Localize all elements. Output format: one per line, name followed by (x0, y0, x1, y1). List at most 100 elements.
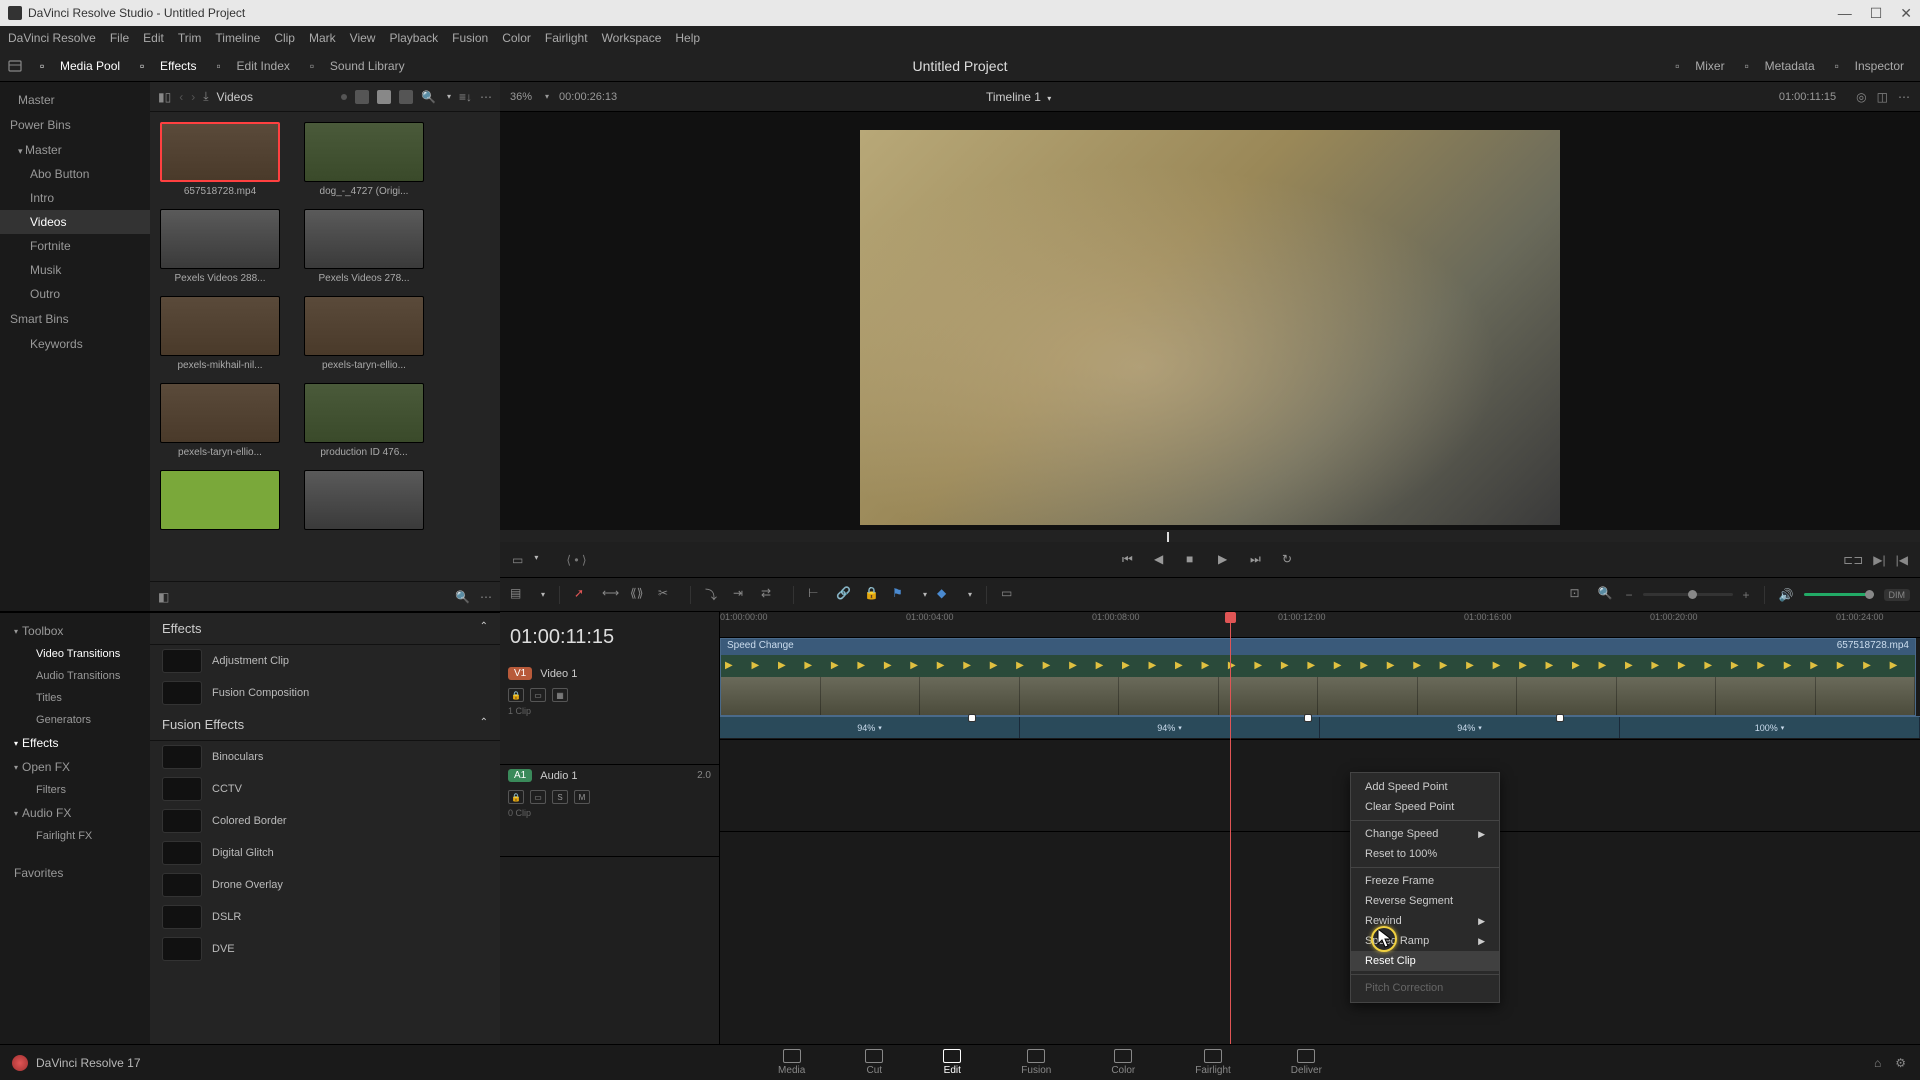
view-thumb-icon[interactable] (377, 90, 391, 104)
zoom-detail-icon[interactable]: 🔍 (1598, 586, 1616, 604)
page-media[interactable]: Media (778, 1049, 805, 1076)
fx-nav-audio-transitions[interactable]: ▸Audio Transitions (0, 665, 150, 687)
media-clip[interactable] (304, 470, 424, 534)
sidebar-toggle-icon[interactable]: ▮▯ (158, 90, 171, 104)
timeline-view-dropdown-icon[interactable]: ▾ (541, 590, 545, 599)
in-out-icon[interactable]: ⊏⊐ (1843, 553, 1863, 567)
menu-trim[interactable]: Trim (178, 31, 202, 45)
loop-icon[interactable]: ↻ (1282, 552, 1298, 568)
media-clip[interactable]: pexels-mikhail-nil... (160, 296, 280, 371)
single-dual-icon[interactable]: ◫ (1877, 90, 1888, 104)
menu-timeline[interactable]: Timeline (215, 31, 260, 45)
effect-fusion-composition[interactable]: Fusion Composition (150, 677, 500, 709)
track-solo-icon[interactable]: S (552, 790, 568, 804)
sort-icon[interactable]: ≡↓ (459, 90, 472, 104)
effects-button[interactable]: ▫Effects (132, 56, 204, 76)
menu-file[interactable]: File (110, 31, 129, 45)
page-deliver[interactable]: Deliver (1291, 1049, 1322, 1076)
media-clip[interactable]: production ID 476... (304, 383, 424, 458)
ctx-add-speed-point[interactable]: Add Speed Point (1351, 777, 1499, 797)
menu-edit[interactable]: Edit (143, 31, 164, 45)
flag-icon[interactable]: ⚑ (892, 586, 910, 604)
speed-bar[interactable]: 94%▾94%▾94%▾100%▾ (720, 716, 1920, 738)
media-clip[interactable]: dog_-_4727 (Origi... (304, 122, 424, 197)
close-icon[interactable]: ✕ (1900, 5, 1912, 22)
next-marker-icon[interactable]: ▶| (1873, 553, 1885, 567)
inspector-button[interactable]: ▫Inspector (1827, 56, 1912, 76)
timeline-view-icon[interactable]: ▤ (510, 586, 528, 604)
ctx-reverse-segment[interactable]: Reverse Segment (1351, 891, 1499, 911)
dual-viewer-icon[interactable]: ◧ (158, 590, 169, 604)
menu-color[interactable]: Color (502, 31, 531, 45)
speed-segment[interactable]: 94%▾ (1020, 717, 1320, 738)
effect-colored-border[interactable]: Colored Border (150, 805, 500, 837)
media-pool-button[interactable]: ▫Media Pool (32, 56, 128, 76)
effect-cctv[interactable]: CCTV (150, 773, 500, 805)
timeline-name[interactable]: Timeline 1 ▾ (986, 90, 1051, 104)
bin-pb-master[interactable]: ▾ Master (0, 138, 150, 162)
speed-point[interactable] (1556, 714, 1564, 722)
project-settings-icon[interactable]: ⚙ (1895, 1056, 1906, 1070)
fx-nav-audio-fx[interactable]: ▾Audio FX (0, 801, 150, 825)
viewer-zoom[interactable]: 36% (510, 91, 532, 103)
fx-nav-effects[interactable]: ▾Effects (0, 731, 150, 755)
zoom-out-icon[interactable]: − (1626, 588, 1633, 602)
view-list-icon[interactable] (399, 90, 413, 104)
fx-nav-video-transitions[interactable]: ▸Video Transitions (0, 643, 150, 665)
minimize-icon[interactable]: — (1838, 5, 1852, 22)
menu-workspace[interactable]: Workspace (602, 31, 662, 45)
index-icon[interactable]: ▭ (1001, 586, 1019, 604)
track-mute-icon[interactable]: M (574, 790, 590, 804)
lock-icon[interactable]: 🔒 (864, 586, 882, 604)
timeline-zoom-slider[interactable] (1643, 593, 1733, 596)
speed-point[interactable] (968, 714, 976, 722)
menu-mark[interactable]: Mark (309, 31, 336, 45)
zoom-fit-icon[interactable]: ⊡ (1570, 586, 1588, 604)
panel-more-icon[interactable]: ⋯ (480, 590, 492, 604)
menu-view[interactable]: View (350, 31, 376, 45)
page-edit[interactable]: Edit (943, 1049, 961, 1076)
effect-drone-overlay[interactable]: Drone Overlay (150, 869, 500, 901)
track-lock-icon[interactable]: 🔒 (508, 688, 524, 702)
effect-adjustment-clip[interactable]: Adjustment Clip (150, 645, 500, 677)
metadata-button[interactable]: ▫Metadata (1737, 56, 1823, 76)
page-cut[interactable]: Cut (865, 1049, 883, 1076)
timeline-ruler[interactable]: 01:00:00:0001:00:04:0001:00:08:0001:00:1… (720, 612, 1920, 638)
menu-fairlight[interactable]: Fairlight (545, 31, 588, 45)
video-clip[interactable]: Speed Change 657518728.mp4 (720, 638, 1916, 716)
v1-track[interactable]: Speed Change 657518728.mp4 94%▾94%▾94%▾1… (720, 638, 1920, 740)
effect-digital-glitch[interactable]: Digital Glitch (150, 837, 500, 869)
bin-musik[interactable]: Musik (0, 258, 150, 282)
fx-nav-filters[interactable]: ▸Filters (0, 779, 150, 801)
play-reverse-icon[interactable]: ◀ (1154, 552, 1170, 568)
bin-abo-button[interactable]: Abo Button (0, 162, 150, 186)
fx-nav-favorites[interactable]: Favorites (0, 861, 150, 885)
dynamic-trim-icon[interactable]: ⟪⟫ (630, 586, 648, 604)
viewer[interactable] (500, 112, 1920, 542)
menu-clip[interactable]: Clip (274, 31, 295, 45)
home-icon[interactable]: ⌂ (1874, 1056, 1881, 1070)
viewer-mode-icon[interactable]: ▭ (512, 553, 523, 567)
page-fusion[interactable]: Fusion (1021, 1049, 1051, 1076)
zoom-in-icon[interactable]: + (1743, 588, 1750, 602)
menu-help[interactable]: Help (675, 31, 700, 45)
ctx-clear-speed-point[interactable]: Clear Speed Point (1351, 797, 1499, 817)
bin-intro[interactable]: Intro (0, 186, 150, 210)
fx-nav-open-fx[interactable]: ▾Open FX (0, 755, 150, 779)
dim-badge[interactable]: DIM (1884, 589, 1911, 601)
ctx-reset-to-100%[interactable]: Reset to 100% (1351, 844, 1499, 864)
media-clip[interactable]: pexels-taryn-ellio... (160, 383, 280, 458)
ctx-rewind[interactable]: Rewind▶ (1351, 911, 1499, 931)
maximize-icon[interactable]: ☐ (1870, 5, 1883, 22)
bypass-fx-icon[interactable]: ◎ (1856, 90, 1866, 104)
edit-index-button[interactable]: ▫Edit Index (209, 56, 298, 76)
go-end-icon[interactable]: ⏭ (1250, 552, 1266, 568)
track-record-icon[interactable]: ▭ (530, 790, 546, 804)
search-icon[interactable]: 🔍 (455, 590, 470, 604)
selection-tool-icon[interactable]: ➚ (574, 586, 592, 604)
v1-badge[interactable]: V1 (508, 667, 532, 680)
fx-nav-toolbox[interactable]: ▾Toolbox (0, 619, 150, 643)
viewer-more-icon[interactable]: ⋯ (1898, 90, 1910, 104)
ctx-change-speed[interactable]: Change Speed▶ (1351, 824, 1499, 844)
volume-icon[interactable]: 🔊 (1779, 588, 1794, 602)
